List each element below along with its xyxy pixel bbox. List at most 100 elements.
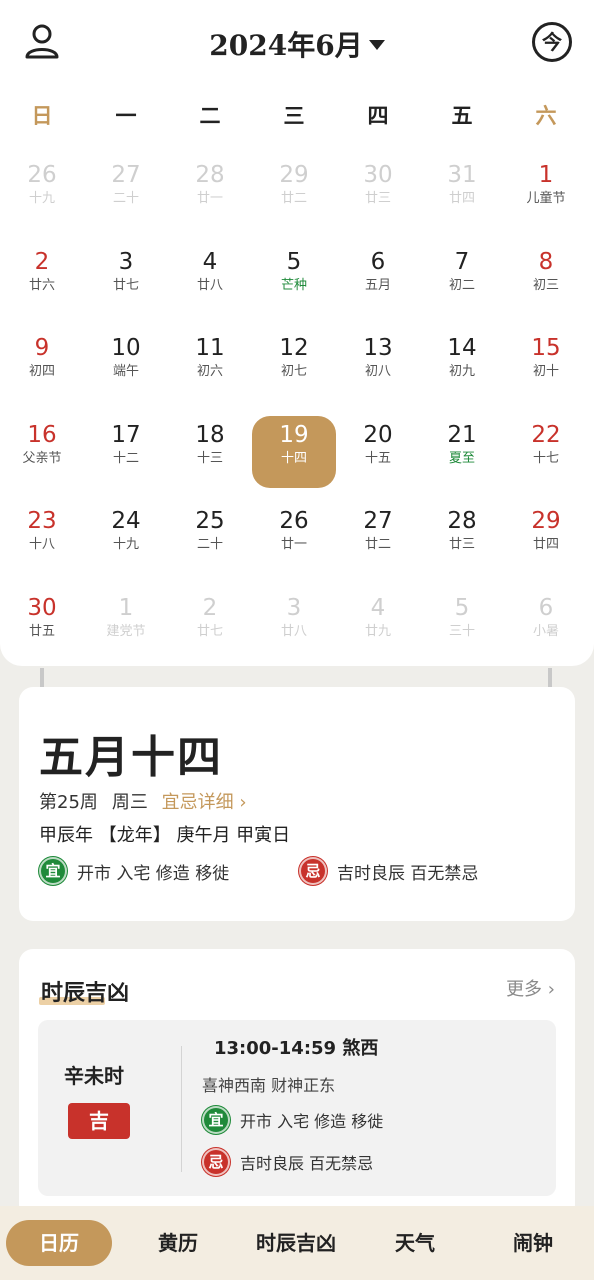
- day-cell[interactable]: 8 初三: [504, 237, 588, 323]
- day-cell[interactable]: 25 二十: [168, 496, 252, 582]
- lunar-label: 廿二: [364, 537, 391, 553]
- lunar-label: 初七: [280, 364, 307, 380]
- day-cell[interactable]: 30 廿三: [336, 150, 420, 236]
- day-cell[interactable]: 1 儿童节: [504, 150, 588, 236]
- lunar-label: 十七: [532, 450, 559, 466]
- day-cell[interactable]: 29 廿四: [504, 496, 588, 582]
- day-detail-card[interactable]: 五月十四 第25周 周三 宜忌详细 › 甲辰年 【龙年】 庚午月 甲寅日 宜开市 …: [19, 687, 575, 921]
- day-cell[interactable]: 2 廿六: [0, 237, 84, 323]
- weekday-5: 五: [451, 103, 473, 128]
- day-number: 1: [118, 595, 134, 621]
- week-number: 第25周: [39, 792, 98, 813]
- day-cell[interactable]: 23 十八: [0, 496, 84, 582]
- day-cell[interactable]: 18 十三: [168, 410, 252, 496]
- day-cell[interactable]: 28 廿一: [168, 150, 252, 236]
- weekday-0: 日: [31, 103, 53, 128]
- day-number: 16: [27, 421, 57, 448]
- lunar-date: 五月十四: [39, 732, 223, 783]
- chevron-right-icon: ›: [547, 979, 555, 1000]
- day-cell[interactable]: 11 初六: [168, 323, 252, 409]
- day-cell[interactable]: 12 初七: [252, 323, 336, 409]
- today-button[interactable]: 今: [532, 22, 572, 62]
- month-selector[interactable]: 2024年6月: [0, 24, 594, 64]
- ji-badge: 忌: [299, 857, 327, 885]
- day-cell[interactable]: 16 父亲节: [0, 410, 84, 496]
- day-cell[interactable]: 21 夏至: [420, 410, 504, 496]
- weekday-2: 二: [199, 103, 221, 128]
- day-cell[interactable]: 5 三十: [420, 583, 504, 669]
- shichen-item[interactable]: 辛未时 吉 13:00-14:59 煞西 喜神西南 财神正东 宜开市 入宅 修造…: [38, 1020, 556, 1196]
- day-cell[interactable]: 26 十九: [0, 150, 84, 236]
- day-cell[interactable]: 5 芒种: [252, 237, 336, 323]
- day-cell[interactable]: 10 端午: [84, 323, 168, 409]
- tab-1[interactable]: 黄历: [140, 1220, 216, 1266]
- lunar-label: 芒种: [280, 277, 307, 293]
- luck-badge: 吉: [68, 1103, 130, 1139]
- day-cell[interactable]: 4 廿八: [168, 237, 252, 323]
- lunar-label: 廿四: [448, 191, 475, 206]
- day-cell[interactable]: 28 廿三: [420, 496, 504, 582]
- day-number: 23: [27, 508, 57, 535]
- day-number: 30: [363, 162, 393, 188]
- lunar-label: 初三: [532, 277, 559, 293]
- ji-text: 吉时良辰 百无禁忌: [337, 863, 479, 884]
- day-number: 25: [195, 508, 225, 535]
- day-cell[interactable]: 29 廿二: [252, 150, 336, 236]
- day-cell[interactable]: 3 廿七: [84, 237, 168, 323]
- lunar-label: 廿七: [112, 277, 139, 293]
- day-cell[interactable]: 1 建党节: [84, 583, 168, 669]
- day-number: 20: [363, 421, 393, 448]
- day-cell[interactable]: 31 廿四: [420, 150, 504, 236]
- day-cell[interactable]: 26 廿一: [252, 496, 336, 582]
- lunar-label: 二十: [112, 191, 139, 206]
- day-number: 1: [538, 162, 554, 188]
- hour-luck-card: 时辰吉凶 更多 › 辛未时 吉 13:00-14:59 煞西 喜神西南 财神正东…: [19, 949, 575, 1219]
- day-cell[interactable]: 7 初二: [420, 237, 504, 323]
- day-number: 7: [454, 248, 470, 275]
- day-number: 14: [447, 335, 477, 362]
- day-number: 22: [531, 421, 561, 448]
- caret-down-icon: [368, 39, 385, 50]
- day-cell[interactable]: 27 廿二: [336, 496, 420, 582]
- day-cell[interactable]: 27 二十: [84, 150, 168, 236]
- day-cell[interactable]: 24 十九: [84, 496, 168, 582]
- day-number: 3: [118, 248, 134, 275]
- tab-3[interactable]: 天气: [374, 1220, 456, 1266]
- more-link[interactable]: 更多 ›: [506, 975, 555, 1001]
- day-number: 17: [111, 421, 141, 448]
- lunar-label: 端午: [112, 364, 139, 380]
- day-cell[interactable]: 3 廿八: [252, 583, 336, 669]
- day-cell[interactable]: 2 廿七: [168, 583, 252, 669]
- god-directions: 喜神西南 财神正东: [202, 1076, 336, 1095]
- tab-4[interactable]: 闹钟: [490, 1220, 576, 1266]
- day-cell[interactable]: 20 十五: [336, 410, 420, 496]
- calendar-card: 2024年6月 今 日一二三四五六 26 十九 27 二十 28 廿一 29 廿二 30 廿三 31…: [0, 0, 594, 666]
- day-number: 27: [111, 162, 141, 188]
- day-cell[interactable]: 14 初九: [420, 323, 504, 409]
- lunar-label: 初六: [196, 364, 223, 380]
- yiji-detail-link[interactable]: 宜忌详细 ›: [162, 792, 247, 813]
- day-number: 26: [27, 162, 57, 188]
- day-cell[interactable]: 30 廿五: [0, 583, 84, 669]
- day-number: 26: [279, 508, 309, 535]
- lunar-label: 小暑: [532, 624, 559, 639]
- day-cell[interactable]: 22 十七: [504, 410, 588, 496]
- day-cell[interactable]: 6 小暑: [504, 583, 588, 669]
- day-cell[interactable]: 15 初十: [504, 323, 588, 409]
- lunar-label: 廿三: [448, 537, 475, 553]
- day-cell-today[interactable]: 19 十四: [252, 415, 336, 488]
- tab-0[interactable]: 日历: [6, 1220, 112, 1266]
- lunar-label: 廿三: [364, 191, 391, 206]
- day-cell[interactable]: 9 初四: [0, 323, 84, 409]
- week-info: 第25周 周三 宜忌详细 ›: [39, 788, 247, 814]
- day-cell[interactable]: 17 十二: [84, 410, 168, 496]
- lunar-label: 廿九: [364, 624, 391, 639]
- day-number: 24: [111, 508, 141, 535]
- day-cell[interactable]: 6 五月: [336, 237, 420, 323]
- day-number: 21: [447, 421, 477, 448]
- day-cell[interactable]: 13 初八: [336, 323, 420, 409]
- tab-2[interactable]: 时辰吉凶: [236, 1220, 356, 1266]
- day-cell[interactable]: 4 廿九: [336, 583, 420, 669]
- header: 2024年6月 今: [0, 0, 594, 84]
- lunar-label: 建党节: [106, 624, 146, 639]
